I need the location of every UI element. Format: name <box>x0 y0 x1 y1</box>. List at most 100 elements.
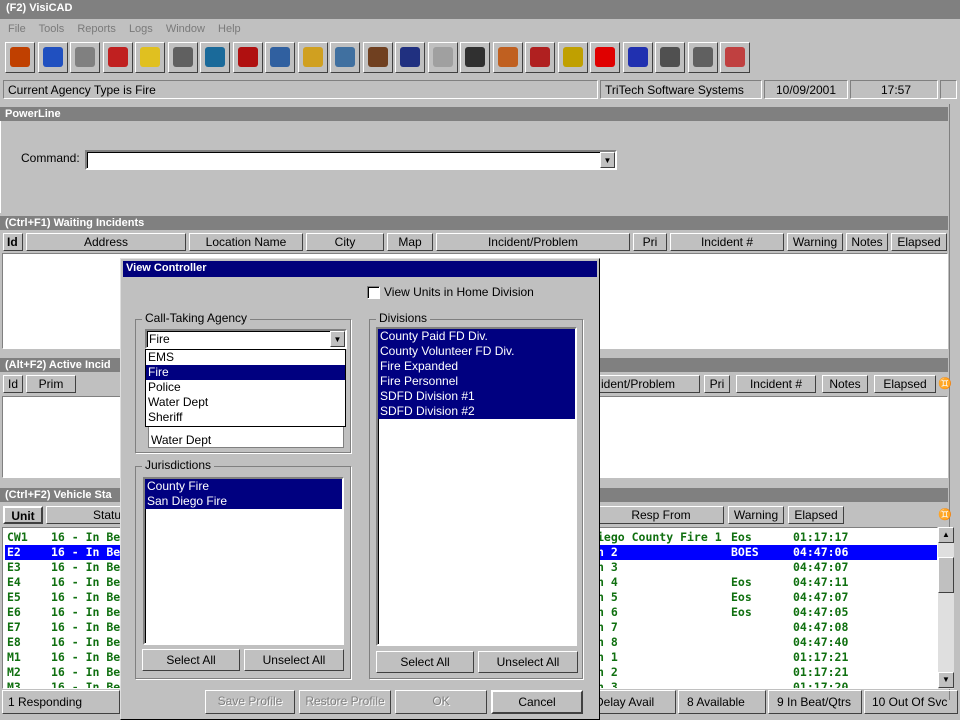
agency-dropdown-button[interactable]: ▼ <box>330 331 345 347</box>
tab-available[interactable]: 8 Available <box>678 690 766 714</box>
agency-option-item[interactable]: Police <box>146 380 345 395</box>
scroll-thumb[interactable] <box>938 557 954 593</box>
save-profile-button[interactable]: Save Profile <box>205 690 295 714</box>
divisions-list[interactable]: County Paid FD Div. County Volunteer FD D… <box>376 327 577 646</box>
agency-combo-value: Fire <box>149 332 170 346</box>
vehicle-resp-cell: n 8 <box>597 635 618 649</box>
divisions-unselect-all-button[interactable]: Unselect All <box>478 651 578 673</box>
divisions-group: Divisions County Paid FD Div. County Volu… <box>369 311 583 679</box>
radio-tower-toolbar-button[interactable] <box>167 42 198 73</box>
agency-option-item[interactable]: Water Dept <box>146 395 345 410</box>
agency-dropdown-list[interactable]: EMS Fire Police Water Dept Sheriff <box>145 349 346 427</box>
restore-profile-button[interactable]: Restore Profile <box>299 690 391 714</box>
tab-responding[interactable]: 1 Responding <box>2 690 120 714</box>
waiting-col-city[interactable]: City <box>306 233 384 251</box>
active-col-incident-number[interactable]: Incident # <box>736 375 816 393</box>
vehicle-list-scrollbar[interactable]: ▲ ▼ <box>938 527 954 689</box>
ok-button[interactable]: OK <box>395 690 487 714</box>
divisions-select-all-button[interactable]: Select All <box>376 651 474 673</box>
trash-toolbar-button[interactable] <box>70 42 100 73</box>
agency-group-label: Call-Taking Agency <box>142 311 251 325</box>
vehicle-col-warning[interactable]: Warning <box>728 506 784 524</box>
active-col-notes[interactable]: Notes <box>822 375 868 393</box>
book-toolbar-button[interactable] <box>362 42 393 73</box>
vehicle-col-resp-from[interactable]: Resp From <box>598 506 724 524</box>
search-key-toolbar-button[interactable] <box>557 42 588 73</box>
clock-toolbar-button[interactable] <box>37 42 68 73</box>
active-col-problem[interactable]: ident/Problem <box>598 375 700 393</box>
division-item[interactable]: Fire Expanded <box>378 359 575 374</box>
jurisdictions-select-all-button[interactable]: Select All <box>142 649 240 671</box>
menu-reports[interactable]: Reports <box>77 23 116 35</box>
eye-toolbar-button[interactable] <box>460 42 490 73</box>
vehicle-elapsed-cell: 04:47:06 <box>793 545 849 559</box>
personnel-toolbar-button[interactable] <box>395 42 425 73</box>
command-dropdown-button[interactable]: ▼ <box>600 152 615 168</box>
waiting-col-incident-[interactable]: Incident # <box>670 233 784 251</box>
edit-pen-toolbar-button[interactable] <box>525 42 555 73</box>
waiting-col-map[interactable]: Map <box>387 233 433 251</box>
agency-hidden-list-item[interactable]: Water Dept <box>149 433 211 448</box>
waiting-col-pri[interactable]: Pri <box>633 233 667 251</box>
rotate-toolbar-button[interactable] <box>427 42 458 73</box>
home-division-checkbox[interactable] <box>367 286 380 299</box>
vehicle-col-elapsed[interactable]: Elapsed <box>788 506 844 524</box>
tab-in-beat-qtrs[interactable]: 9 In Beat/Qtrs <box>768 690 862 714</box>
active-col-prim[interactable]: Prim <box>26 375 76 393</box>
waiting-col-notes[interactable]: Notes <box>846 233 888 251</box>
unit-status-toolbar-button[interactable] <box>5 42 35 73</box>
active-col-id[interactable]: Id <box>3 375 23 393</box>
notepad-toolbar-button[interactable] <box>655 42 685 73</box>
active-col-elapsed[interactable]: Elapsed <box>874 375 936 393</box>
waiting-col-elapsed[interactable]: Elapsed <box>891 233 947 251</box>
division-item[interactable]: County Volunteer FD Div. <box>378 344 575 359</box>
cancel-button[interactable]: Cancel <box>491 690 583 714</box>
tab-delay-avail[interactable]: Delay Avail <box>592 690 676 714</box>
division-item[interactable]: SDFD Division #1 <box>378 389 575 404</box>
agency-option-item[interactable]: Fire <box>146 365 345 380</box>
vehicle-col-status[interactable]: Statu <box>46 506 126 524</box>
scroll-up-icon[interactable]: ▲ <box>938 527 954 543</box>
division-item[interactable]: SDFD Division #2 <box>378 404 575 419</box>
menu-tools[interactable]: Tools <box>39 23 65 35</box>
active-col-pri[interactable]: Pri <box>704 375 730 393</box>
jurisdictions-unselect-all-button[interactable]: Unselect All <box>244 649 344 671</box>
red-cross-toolbar-button[interactable] <box>590 42 620 73</box>
network-toolbar-button[interactable] <box>102 42 133 73</box>
waiting-col-location-name[interactable]: Location Name <box>189 233 303 251</box>
alarm-toolbar-button[interactable] <box>492 42 523 73</box>
vehicle-col-unit[interactable]: Unit <box>3 506 43 524</box>
jurisdictions-list[interactable]: County Fire San Diego Fire <box>143 477 344 645</box>
pager-toolbar-button[interactable] <box>687 42 718 73</box>
agency-combo[interactable]: Fire ▼ <box>145 329 347 349</box>
agency-option-item[interactable]: EMS <box>146 350 345 365</box>
tab-out-of-svc[interactable]: 10 Out Of Svc <box>864 690 958 714</box>
jurisdiction-item[interactable]: San Diego Fire <box>145 494 342 509</box>
division-item[interactable]: Fire Personnel <box>378 374 575 389</box>
waiting-col-id[interactable]: Id <box>3 233 23 251</box>
fire-station-toolbar-button[interactable] <box>232 42 263 73</box>
jurisdiction-item[interactable]: County Fire <box>145 479 342 494</box>
scroll-down-icon[interactable]: ▼ <box>938 672 954 688</box>
menu-help[interactable]: Help <box>218 23 241 35</box>
printer-toolbar-button[interactable] <box>265 42 295 73</box>
binoculars-icon[interactable]: ♊ <box>938 377 952 390</box>
waiting-col-address[interactable]: Address <box>26 233 186 251</box>
police-badge-toolbar-button[interactable] <box>622 42 653 73</box>
globe-toolbar-button[interactable] <box>200 42 230 73</box>
tools-toolbar-button[interactable] <box>297 42 328 73</box>
trash-icon <box>75 47 95 67</box>
menu-window[interactable]: Window <box>166 23 205 35</box>
binoculars-icon[interactable]: ♊ <box>938 508 952 521</box>
division-item[interactable]: County Paid FD Div. <box>378 329 575 344</box>
command-combo[interactable]: ▼ <box>85 150 617 170</box>
report-toolbar-button[interactable] <box>330 42 360 73</box>
menu-file[interactable]: File <box>8 23 26 35</box>
eraser-toolbar-button[interactable] <box>135 42 165 73</box>
menu-logs[interactable]: Logs <box>129 23 153 35</box>
chart-toolbar-button[interactable] <box>720 42 750 73</box>
agency-option-item[interactable]: Sheriff <box>146 410 345 425</box>
vehicle-resp-cell: n 7 <box>597 620 618 634</box>
waiting-col-incident-problem[interactable]: Incident/Problem <box>436 233 630 251</box>
waiting-col-warning[interactable]: Warning <box>787 233 843 251</box>
